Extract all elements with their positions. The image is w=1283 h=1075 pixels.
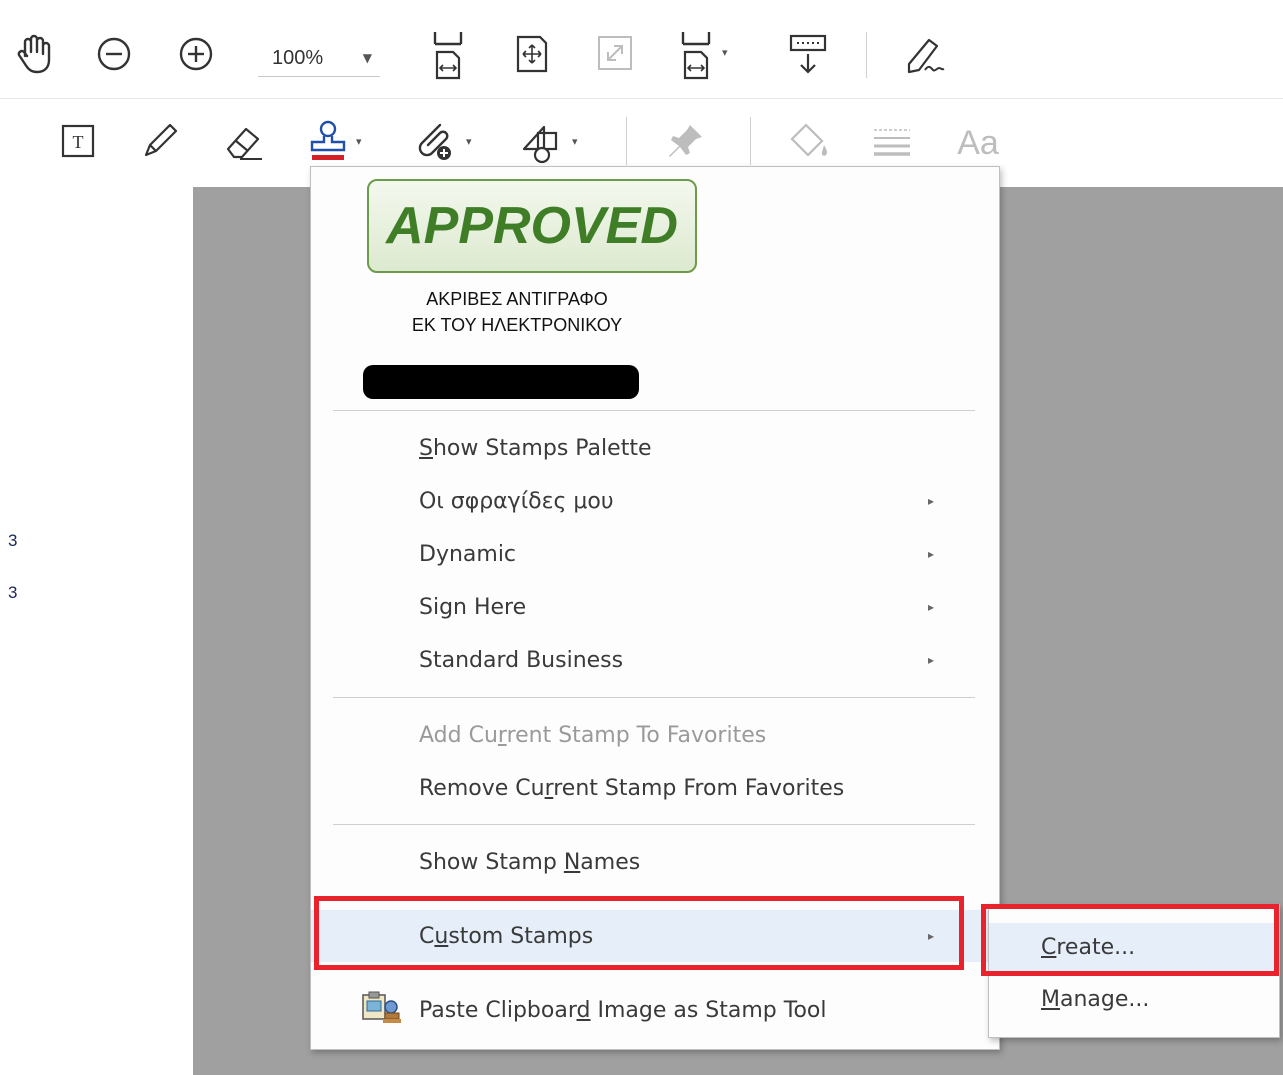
pencil-icon[interactable] [138, 119, 182, 163]
chevron-down-icon[interactable]: ▾ [722, 46, 728, 59]
font-button[interactable]: Aa [950, 121, 1006, 165]
chevron-down-icon[interactable]: ▾ [356, 135, 362, 148]
submenu-arrow-icon: ▸ [928, 547, 935, 561]
menu-item-label: Dynamic [419, 541, 517, 567]
approved-stamp[interactable]: APPROVED [367, 179, 697, 273]
common-toolbar: 100% ▼ ▾ [0, 10, 1283, 99]
menu-separator [333, 824, 975, 825]
lines-icon[interactable] [870, 123, 914, 161]
zoom-value: 100% [272, 46, 324, 69]
shapes-icon[interactable] [518, 117, 568, 167]
attach-icon[interactable] [410, 117, 460, 167]
label-part: rent Stamp From Favorites [553, 775, 845, 801]
sign-here-item[interactable]: Sign Here ▸ [311, 582, 999, 632]
chevron-down-icon[interactable]: ▾ [572, 135, 578, 148]
my-stamps-item[interactable]: Οι σφραγίδες μου ▸ [311, 476, 999, 526]
label-part: S [419, 435, 433, 461]
standard-business-item[interactable]: Standard Business ▸ [311, 635, 999, 685]
text-box-icon[interactable]: T [58, 121, 98, 161]
approved-stamp-label: APPROVED [386, 197, 678, 255]
redacted-signature [363, 365, 639, 399]
label-part: Add Cu [419, 722, 498, 748]
custom-stamp-line1[interactable]: ΑΚΡΙΒΕΣ ΑΝΤΙΓΡΑΦΟ [367, 289, 667, 310]
read-mode-icon[interactable] [786, 30, 830, 78]
fit-width-icon[interactable] [510, 32, 554, 76]
stamp-icon[interactable] [304, 117, 352, 167]
left-mark: 3 [8, 531, 18, 550]
zoom-dropdown[interactable]: 100% ▼ [258, 40, 380, 77]
show-stamps-palette-item[interactable]: Show Stamps Palette [311, 423, 999, 473]
left-panel: 3 3 [0, 187, 193, 1075]
menu-item-label: Sign Here [419, 594, 527, 620]
submenu-arrow-icon: ▸ [928, 653, 935, 667]
toolbar-divider [750, 117, 751, 165]
custom-stamps-highlight [314, 896, 964, 970]
remove-from-favorites-item[interactable]: Remove Current Stamp From Favorites [311, 763, 999, 813]
label-part: M [1041, 986, 1060, 1012]
create-highlight [981, 904, 1279, 976]
menu-item-label: Οι σφραγίδες μου [419, 488, 614, 514]
add-to-favorites-item[interactable]: Add Current Stamp To Favorites [311, 710, 999, 760]
toolbar-divider [626, 117, 627, 165]
label-part: Remove Cu [419, 775, 545, 801]
fit-page-icon[interactable] [428, 26, 468, 82]
fill-icon[interactable] [786, 119, 834, 163]
custom-stamp-line2[interactable]: ΕΚ ΤΟΥ ΗΛΕΚΤΡΟΝΙΚΟΥ [367, 315, 667, 336]
chevron-down-icon[interactable]: ▾ [466, 135, 472, 148]
label-part: anage... [1059, 986, 1150, 1012]
manage-item[interactable]: Manage... [989, 975, 1279, 1023]
label-part: ames [580, 849, 641, 875]
menu-item-label: Standard Business [419, 647, 624, 673]
label-part: how Stamps Palette [432, 435, 652, 461]
dynamic-item[interactable]: Dynamic ▸ [311, 529, 999, 579]
label-part: d [576, 997, 591, 1023]
page-layout-icon[interactable] [676, 26, 716, 82]
svg-text:T: T [73, 132, 84, 152]
pin-icon[interactable] [664, 119, 708, 163]
label-part: r [544, 775, 554, 801]
zoom-out-icon[interactable] [94, 34, 134, 74]
label-part: Image as Stamp Tool [590, 997, 827, 1023]
toolbar-divider [866, 32, 867, 78]
label-part: Paste Clipboar [419, 997, 577, 1023]
show-stamp-names-item[interactable]: Show Stamp Names [311, 837, 999, 887]
hand-icon[interactable] [14, 30, 54, 78]
submenu-arrow-icon: ▸ [928, 600, 935, 614]
submenu-arrow-icon: ▸ [928, 494, 935, 508]
label-part: Show Stamp [419, 849, 564, 875]
paste-clipboard-image-item[interactable]: Paste Clipboard Image as Stamp Tool [311, 985, 999, 1035]
full-screen-icon[interactable] [594, 32, 636, 74]
menu-separator [333, 410, 975, 411]
label-part: rent Stamp To Favorites [506, 722, 767, 748]
menu-separator [333, 697, 975, 698]
zoom-in-icon[interactable] [176, 34, 216, 74]
left-mark: 3 [8, 583, 18, 602]
label-part: N [563, 849, 581, 875]
eraser-icon[interactable] [220, 119, 268, 165]
sign-icon[interactable] [904, 32, 952, 78]
clipboard-stamp-icon [359, 989, 403, 1031]
label-part: r [497, 722, 507, 748]
chevron-down-icon: ▼ [362, 51, 372, 65]
